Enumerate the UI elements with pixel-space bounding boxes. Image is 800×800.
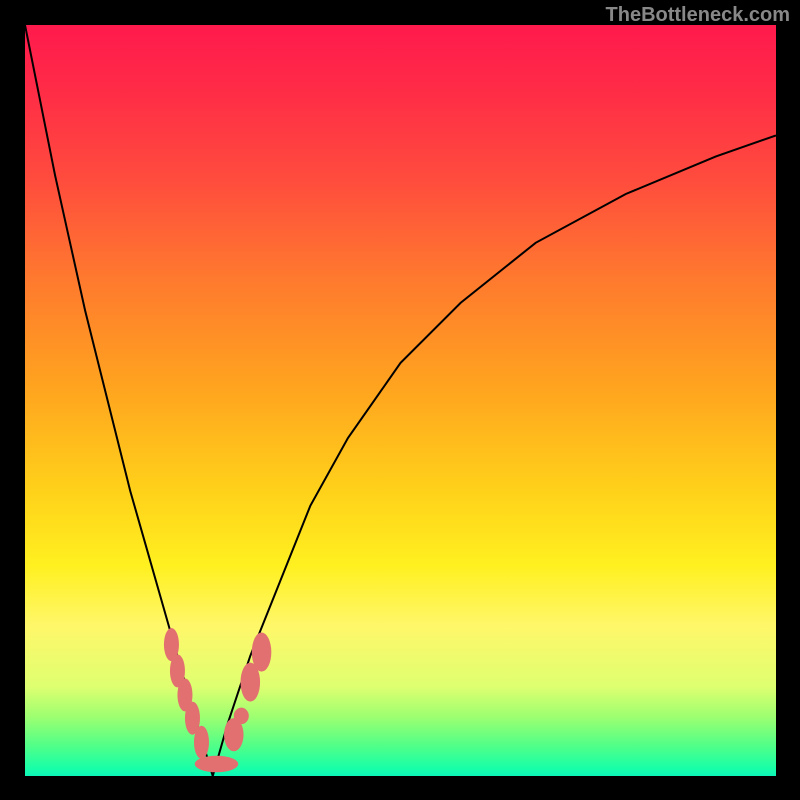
data-marker [234, 708, 249, 725]
data-marker [194, 726, 209, 759]
plot-area [25, 25, 776, 776]
watermark-text: TheBottleneck.com [606, 4, 790, 27]
marker-group [164, 628, 271, 772]
curve-left [25, 25, 213, 776]
curves-svg [25, 25, 776, 776]
data-marker [195, 756, 239, 773]
curve-right [213, 135, 776, 776]
data-marker [252, 633, 272, 672]
